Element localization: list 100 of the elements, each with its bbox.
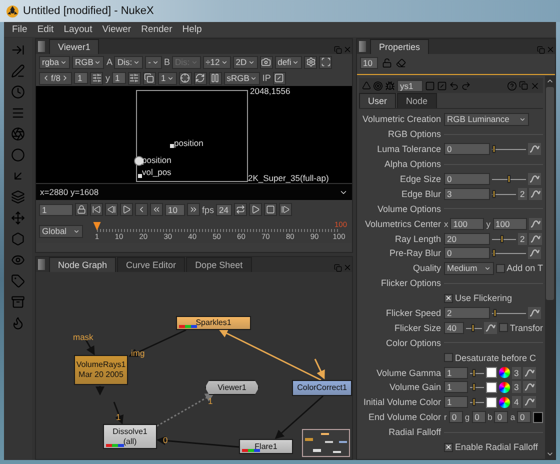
- scrollbar[interactable]: [545, 76, 555, 459]
- scroll-up-icon[interactable]: [546, 77, 554, 85]
- input-field[interactable]: 0: [472, 411, 486, 424]
- refresh-icon[interactable]: [195, 73, 206, 83]
- dropdown[interactable]: -: [145, 56, 162, 68]
- dropdown[interactable]: Medium: [444, 262, 494, 275]
- step-back-icon[interactable]: [107, 205, 116, 214]
- input-field[interactable]: 1: [74, 72, 88, 84]
- max-panels-field[interactable]: 10: [360, 57, 378, 69]
- slider-track[interactable]: [492, 144, 526, 154]
- stripes-icon[interactable]: [274, 73, 284, 83]
- pause-icon[interactable]: [210, 73, 220, 83]
- graph-node[interactable]: Flare1: [239, 439, 293, 454]
- dropdown[interactable]: ÷12: [202, 56, 231, 68]
- play-icon[interactable]: [251, 205, 260, 214]
- loop-icon[interactable]: [236, 205, 246, 214]
- checkbox[interactable]: [496, 264, 505, 273]
- graph-node[interactable]: ColorCorrect1: [292, 380, 352, 396]
- slider-track[interactable]: [492, 308, 526, 318]
- color-wheel-icon[interactable]: [499, 396, 510, 408]
- curve-icon[interactable]: [522, 366, 536, 379]
- menu-item[interactable]: Help: [178, 24, 206, 35]
- node-name-field[interactable]: ys1: [397, 80, 423, 92]
- skip-back-icon[interactable]: [92, 205, 101, 214]
- position-handle[interactable]: [170, 144, 174, 148]
- tab[interactable]: Viewer1: [49, 39, 100, 54]
- dropdown[interactable]: RGB: [72, 56, 104, 68]
- previous-frame-icon[interactable]: [137, 205, 146, 214]
- slider-track[interactable]: [492, 188, 516, 199]
- input-field[interactable]: 20: [444, 232, 490, 245]
- fps-field[interactable]: 24: [216, 204, 232, 216]
- step-forward-icon[interactable]: [281, 205, 290, 214]
- fast-forward-icon[interactable]: [189, 205, 198, 214]
- slider-thumb[interactable]: [472, 324, 475, 332]
- color-swatch[interactable]: [533, 412, 543, 423]
- camera-icon[interactable]: [261, 57, 272, 67]
- minimap[interactable]: [302, 429, 350, 457]
- slider-track[interactable]: [470, 382, 484, 392]
- dropdown[interactable]: 2D: [232, 56, 258, 68]
- curve-icon[interactable]: [528, 173, 541, 185]
- viewer-node[interactable]: Viewer1: [205, 380, 259, 395]
- slider-thumb[interactable]: [472, 383, 476, 392]
- curve-icon[interactable]: [528, 307, 541, 320]
- curve-icon[interactable]: [484, 322, 498, 334]
- dropdown[interactable]: sRGB: [224, 72, 260, 84]
- slider-thumb[interactable]: [500, 234, 504, 243]
- slider-thumb[interactable]: [492, 145, 496, 154]
- dropdown[interactable]: Dis:: [114, 56, 144, 68]
- graph-node[interactable]: Dissolve1 (all): [103, 424, 157, 449]
- crosshair-icon[interactable]: [180, 73, 190, 83]
- input-field[interactable]: 3: [444, 188, 490, 200]
- scroll-down-icon[interactable]: [546, 450, 554, 458]
- tab[interactable]: Curve Editor: [117, 257, 186, 272]
- input-field[interactable]: 0: [444, 143, 490, 156]
- checkbox[interactable]: [444, 442, 453, 452]
- curve-icon[interactable]: [528, 143, 541, 156]
- input-field[interactable]: 1: [444, 381, 468, 394]
- position-handle[interactable]: [138, 174, 142, 178]
- rewind-icon[interactable]: [152, 205, 161, 214]
- slider-track[interactable]: [492, 248, 526, 258]
- menu-item[interactable]: Layout: [60, 24, 96, 35]
- slider-thumb[interactable]: [492, 190, 496, 198]
- menu-item[interactable]: Render: [137, 24, 176, 35]
- range-dropdown[interactable]: Global: [39, 224, 83, 238]
- slider-thumb[interactable]: [472, 398, 476, 406]
- curve-icon[interactable]: [528, 247, 541, 260]
- slider-track[interactable]: [470, 368, 484, 378]
- tab[interactable]: Node Graph: [49, 257, 116, 272]
- dropdown[interactable]: defi: [274, 56, 302, 68]
- input-field[interactable]: 0: [448, 411, 463, 424]
- input-field[interactable]: 0: [444, 173, 490, 185]
- settings-icon[interactable]: [306, 57, 316, 67]
- tab[interactable]: Dope Sheet: [186, 257, 252, 272]
- slider-thumb[interactable]: [472, 368, 476, 377]
- stepper[interactable]: f/8: [39, 72, 72, 84]
- overlap-squares-icon[interactable]: [144, 73, 154, 83]
- checkbox[interactable]: [444, 294, 453, 303]
- slider-track[interactable]: [492, 234, 516, 244]
- input-field[interactable]: 0: [517, 411, 532, 424]
- curve-icon[interactable]: [528, 218, 542, 230]
- color-wheel-icon[interactable]: [499, 382, 510, 393]
- slider-track[interactable]: [470, 397, 484, 408]
- menu-item[interactable]: Viewer: [98, 24, 136, 35]
- tab[interactable]: User: [359, 93, 396, 108]
- graph-node[interactable]: Sparkles1: [176, 316, 251, 330]
- input-field[interactable]: 0: [494, 411, 508, 424]
- graph-node[interactable]: VolumeRays1 Mar 20 2005: [74, 355, 128, 385]
- menu-item[interactable]: File: [8, 24, 32, 35]
- curve-icon[interactable]: [528, 232, 542, 245]
- slider-thumb[interactable]: [508, 175, 510, 183]
- input-field[interactable]: 1: [444, 396, 468, 408]
- slider-thumb[interactable]: [494, 309, 497, 318]
- checkbox[interactable]: [499, 323, 508, 332]
- input-field[interactable]: 40: [444, 322, 464, 334]
- checkbox[interactable]: [444, 353, 453, 362]
- slider-thumb[interactable]: [492, 249, 496, 258]
- viewer-canvas[interactable]: 2048,1556 position position vol_pos 2K_Super_35(full-ap): [36, 86, 352, 183]
- input-field[interactable]: 100: [492, 218, 526, 230]
- color-swatch[interactable]: [486, 396, 497, 408]
- dropdown[interactable]: RGB Luminance: [444, 112, 529, 126]
